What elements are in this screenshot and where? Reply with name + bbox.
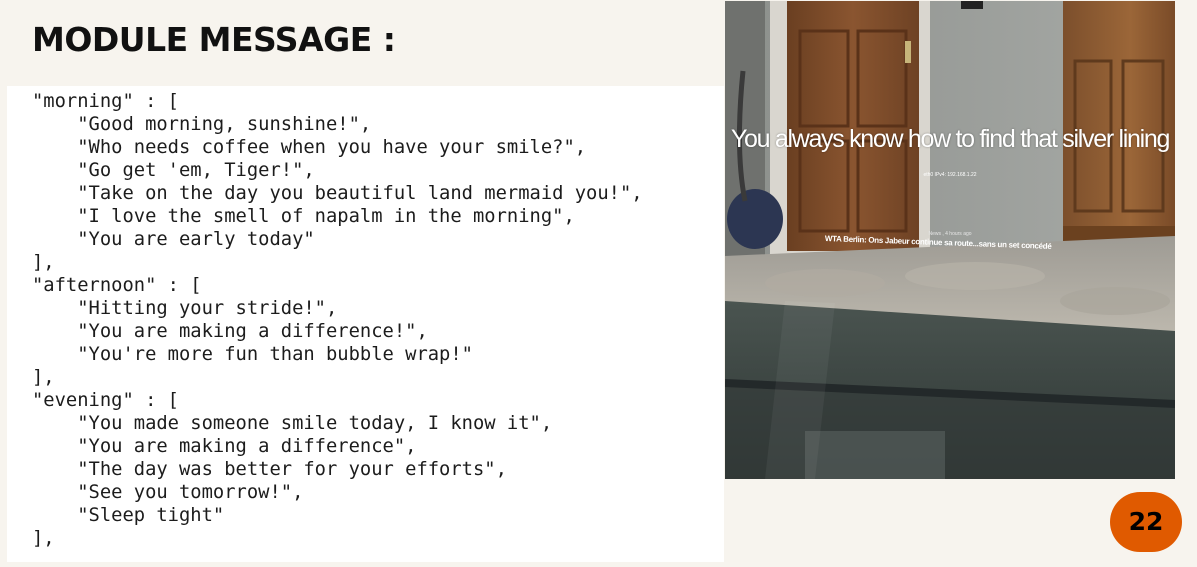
code-snippet-panel: "morning" : [ "Good morning, sunshine!",… bbox=[7, 86, 724, 562]
mirror-ip-address: eth0 IPv4: 192.168.1.22 bbox=[923, 172, 977, 178]
mirror-news-meta: News , 4 hours ago bbox=[928, 231, 972, 237]
module-message-config-code: "morning" : [ "Good morning, sunshine!",… bbox=[32, 91, 643, 549]
mirror-compliment-text: You always know how to find that silver … bbox=[730, 125, 1170, 153]
magic-mirror-photo: You always know how to find that silver … bbox=[725, 1, 1175, 479]
slide-title: MODULE MESSAGE : bbox=[32, 20, 396, 59]
page-number-badge: 22 bbox=[1110, 492, 1182, 552]
